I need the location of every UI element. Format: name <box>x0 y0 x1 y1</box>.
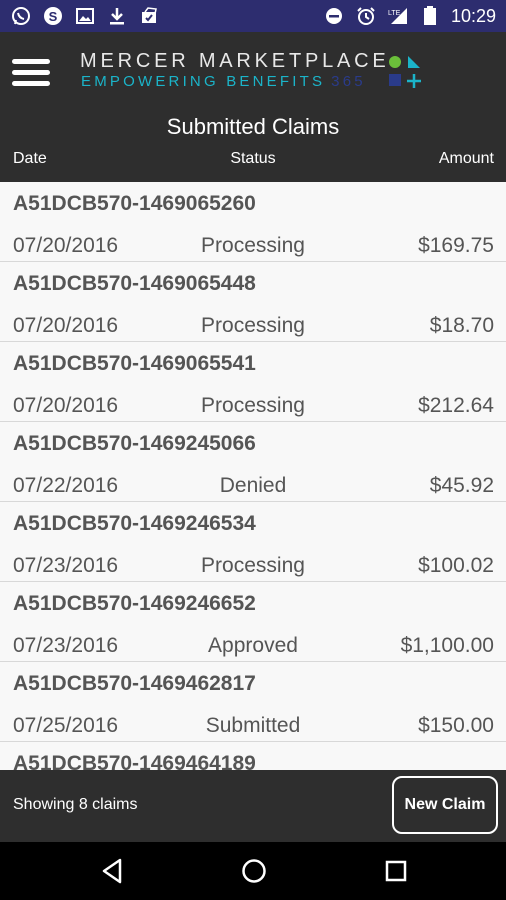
claim-row[interactable]: A51DCB570-1469464189 <box>0 742 506 770</box>
claim-date: 07/23/2016 <box>13 554 119 577</box>
claim-amount: $150.00 <box>418 714 494 737</box>
claim-id: A51DCB570-1469464189 <box>13 752 256 770</box>
home-icon[interactable] <box>239 856 269 886</box>
brand-logo-icon <box>386 54 424 90</box>
recents-icon[interactable] <box>381 856 411 886</box>
claim-id: A51DCB570-1469246652 <box>13 592 256 615</box>
claim-date: 07/20/2016 <box>13 394 119 417</box>
claim-date: 07/20/2016 <box>13 314 119 337</box>
brand-title: MERCER MARKETPLACE <box>80 50 390 72</box>
claim-id: A51DCB570-1469065260 <box>13 192 256 215</box>
claim-amount: $169.75 <box>418 234 494 257</box>
sync-icon <box>138 5 160 27</box>
footer-bar: Showing 8 claims New Claim <box>0 770 506 842</box>
hamburger-menu-icon[interactable] <box>12 52 56 92</box>
claim-row[interactable]: A51DCB570-1469245066 Denied 07/22/2016 $… <box>0 422 506 502</box>
claim-row[interactable]: A51DCB570-1469462817 Submitted 07/25/201… <box>0 662 506 742</box>
system-nav-bar <box>0 842 506 900</box>
claim-date: 07/20/2016 <box>13 234 119 257</box>
claim-date: 07/25/2016 <box>13 714 119 737</box>
claim-amount: $1,100.00 <box>400 634 494 657</box>
image-icon <box>74 5 96 27</box>
system-icons: LTE 10:29 <box>323 5 496 27</box>
column-header-amount: Amount <box>438 150 494 167</box>
claims-list[interactable]: A51DCB570-1469065260 Processing 07/20/20… <box>0 182 506 770</box>
alarm-icon <box>355 5 377 27</box>
battery-icon <box>419 5 441 27</box>
skype-icon: S <box>42 5 64 27</box>
claim-date: 07/22/2016 <box>13 474 119 497</box>
claims-count: Showing 8 claims <box>13 796 138 813</box>
claim-row[interactable]: A51DCB570-1469246534 Processing 07/23/20… <box>0 502 506 582</box>
claim-row[interactable]: A51DCB570-1469246652 Approved 07/23/2016… <box>0 582 506 662</box>
back-icon[interactable] <box>97 856 127 886</box>
column-header-status: Status <box>230 150 276 167</box>
page-title: Submitted Claims <box>166 114 340 139</box>
brand-tagline: EMPOWERING BENEFITS 365 <box>81 73 366 90</box>
claim-amount: $212.64 <box>418 394 494 417</box>
claim-id: A51DCB570-1469462817 <box>13 672 256 695</box>
claim-date: 07/23/2016 <box>13 634 119 657</box>
svg-text:S: S <box>49 9 58 24</box>
notification-icons: S <box>10 5 160 27</box>
brand-tagline-number: 365 <box>331 73 366 90</box>
claim-row[interactable]: A51DCB570-1469065541 Processing 07/20/20… <box>0 342 506 422</box>
claim-id: A51DCB570-1469245066 <box>13 432 256 455</box>
claim-amount: $100.02 <box>418 554 494 577</box>
claim-id: A51DCB570-1469246534 <box>13 512 256 535</box>
claim-amount: $18.70 <box>429 314 494 337</box>
new-claim-button[interactable]: New Claim <box>392 776 498 834</box>
whatsapp-icon <box>10 5 32 27</box>
status-bar: S LTE 10:29 <box>0 0 506 32</box>
claim-id: A51DCB570-1469065541 <box>13 352 256 375</box>
claim-row[interactable]: A51DCB570-1469065260 Processing 07/20/20… <box>0 182 506 262</box>
app-header: MERCER MARKETPLACE EMPOWERING BENEFITS 36… <box>0 32 506 182</box>
download-icon <box>106 5 128 27</box>
do-not-disturb-icon <box>323 5 345 27</box>
network-label: LTE <box>388 10 401 17</box>
claim-id: A51DCB570-1469065448 <box>13 272 256 295</box>
signal-lte-icon: LTE <box>387 5 409 27</box>
claim-amount: $45.92 <box>429 474 494 497</box>
claim-row[interactable]: A51DCB570-1469065448 Processing 07/20/20… <box>0 262 506 342</box>
clock-time: 10:29 <box>450 6 496 26</box>
brand-tagline-text: EMPOWERING BENEFITS <box>81 73 326 90</box>
